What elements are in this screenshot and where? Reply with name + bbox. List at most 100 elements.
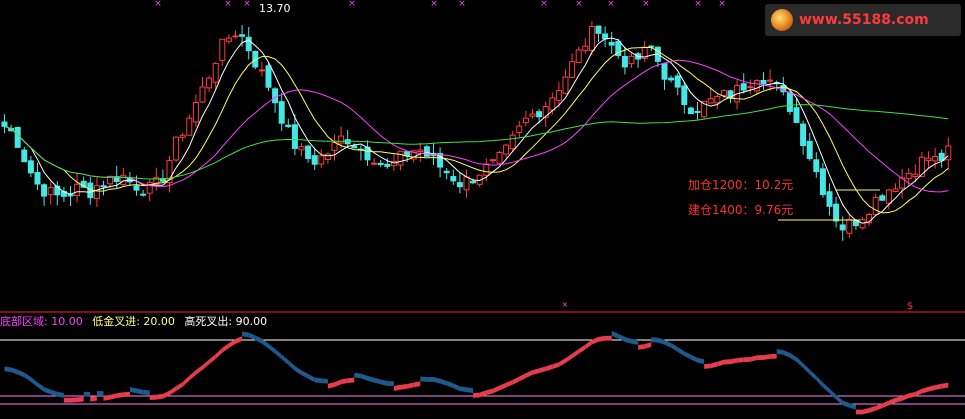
candle-body	[569, 61, 576, 78]
oscillator-band	[321, 378, 328, 384]
annotation-add-position: 加仓1200：10.2元	[688, 178, 794, 192]
candle-body	[212, 62, 219, 83]
oscillator-band	[360, 373, 368, 381]
oscillator-band	[11, 367, 18, 375]
oscillator-band	[869, 405, 876, 413]
oscillator-band	[776, 349, 784, 355]
candle-body	[575, 49, 582, 64]
candle-body	[265, 65, 272, 88]
candle-body	[846, 219, 853, 234]
oscillator-band	[426, 377, 434, 382]
candle-body	[872, 196, 879, 216]
oscillator-band	[380, 379, 388, 386]
candle-body	[239, 34, 246, 37]
oscillator-band	[110, 393, 117, 400]
oscillator-band	[572, 349, 579, 359]
oscillator-band	[169, 386, 177, 396]
candle-body	[608, 41, 615, 46]
candle-body	[14, 126, 21, 148]
oscillator-band	[354, 372, 361, 379]
oscillator-band	[545, 364, 553, 372]
oscillator-band	[466, 387, 474, 394]
ma20-line	[4, 59, 949, 193]
oscillator-band	[308, 373, 315, 383]
candle-body	[173, 136, 180, 161]
candle-body	[219, 38, 226, 61]
candle-body	[516, 125, 523, 133]
candle-body	[509, 134, 516, 150]
candle-body	[892, 188, 899, 192]
candle-body	[681, 85, 688, 105]
candle-body	[470, 180, 477, 184]
top-marker-icon: ×	[458, 0, 466, 9]
candle-body	[338, 135, 345, 144]
oscillator-band	[770, 353, 777, 359]
oscillator-band	[341, 378, 348, 385]
candle-body	[885, 189, 892, 204]
candle-body	[225, 37, 232, 42]
candle-body	[925, 157, 932, 162]
oscillator-band	[420, 376, 427, 382]
oscillator-band	[855, 409, 863, 415]
top-marker-icon: ×	[348, 0, 356, 9]
candle-body	[232, 35, 239, 38]
oscillator-band	[407, 382, 414, 389]
candle-body	[1, 121, 8, 127]
oscillator-band	[195, 365, 203, 375]
candle-body	[602, 33, 609, 40]
oscillator-band	[242, 331, 249, 338]
candle-body	[489, 159, 496, 162]
oscillator-band	[671, 342, 678, 352]
oscillator-band	[143, 389, 150, 396]
candle-body	[298, 146, 305, 151]
oscillator-band	[37, 382, 45, 392]
oscillator-band	[803, 363, 810, 375]
oscillator-band	[413, 381, 421, 388]
bottom-zone-label: 底部区域: 10.00	[0, 315, 83, 328]
candle-body	[621, 56, 628, 68]
candle-body	[272, 88, 279, 104]
candle-body	[450, 176, 457, 182]
oscillator-band	[459, 386, 467, 393]
candle-body	[417, 149, 424, 152]
oscillator-band	[578, 344, 586, 354]
candle-body	[384, 163, 391, 167]
oscillator-band	[235, 336, 243, 344]
candle-body	[549, 97, 556, 111]
oscillator-band	[77, 396, 84, 403]
oscillator-band	[288, 360, 295, 371]
candle-body	[536, 111, 543, 118]
candle-body	[529, 113, 536, 117]
oscillator-band	[327, 382, 335, 389]
candle-body	[595, 25, 602, 34]
candle-body	[74, 183, 81, 197]
oscillator-band	[796, 357, 804, 368]
oscillator-band	[816, 375, 823, 388]
oscillator-band	[70, 397, 78, 403]
oscillator-band	[908, 391, 916, 399]
oscillator-band	[638, 344, 645, 350]
candle-body	[483, 163, 490, 176]
oscillator-band	[334, 379, 342, 388]
oscillator-band	[281, 354, 289, 365]
oscillator-band	[96, 390, 104, 396]
candle-body	[648, 45, 655, 48]
oscillator-band	[367, 375, 375, 383]
oscillator-band	[301, 370, 309, 379]
oscillator-band	[400, 383, 408, 390]
oscillator-band	[116, 392, 124, 399]
oscillator-band	[935, 383, 942, 390]
candle-body	[582, 45, 589, 51]
candle-body	[918, 156, 925, 177]
candle-body	[371, 162, 378, 165]
candle-body	[47, 187, 54, 196]
indicator-header: 底部区域: 10.00 低金叉进: 20.00 高死叉出: 90.00	[0, 313, 267, 329]
oscillator-band	[697, 357, 705, 365]
candle-body	[305, 145, 312, 159]
candle-body	[331, 142, 338, 151]
oscillator-band	[525, 370, 533, 378]
oscillator-band	[446, 380, 454, 389]
oscillator-band	[558, 358, 566, 367]
oscillator-band	[209, 354, 216, 365]
candle-body	[179, 134, 186, 138]
